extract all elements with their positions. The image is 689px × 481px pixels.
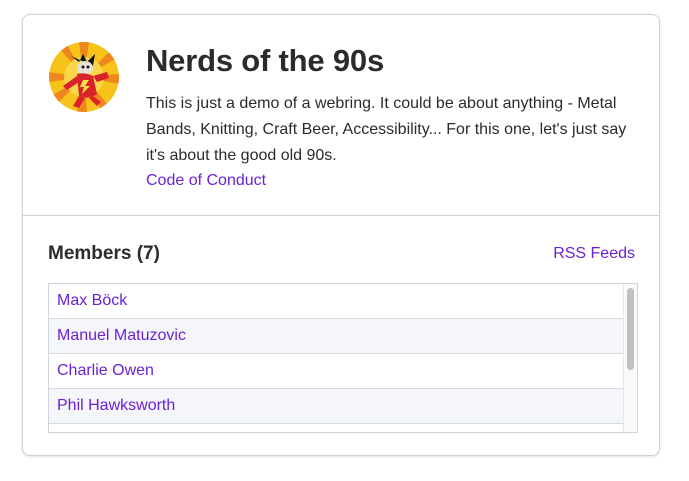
members-heading: Members (7): [48, 243, 160, 264]
members-scrollbar[interactable]: [623, 284, 637, 432]
rss-feeds-link[interactable]: RSS Feeds: [553, 243, 635, 265]
webring-description: This is just a demo of a webring. It cou…: [146, 95, 627, 164]
members-list: Max Böck Manuel Matuzovic Charlie Owen P…: [48, 283, 638, 433]
list-item: Manuel Matuzovic: [49, 319, 623, 354]
scrollbar-thumb[interactable]: [627, 288, 634, 370]
code-of-conduct-link[interactable]: Code of Conduct: [146, 169, 266, 193]
page-title: Nerds of the 90s: [146, 43, 384, 78]
member-link[interactable]: Charlie Owen: [57, 362, 154, 380]
list-item: Charlie Owen: [49, 354, 623, 389]
webring-card: Nerds of the 90s This is just a demo of …: [22, 14, 660, 456]
webring-header: Nerds of the 90s This is just a demo of …: [23, 15, 659, 216]
list-item: [49, 424, 623, 432]
member-link[interactable]: Manuel Matuzovic: [57, 327, 186, 345]
member-link[interactable]: Max Böck: [57, 292, 127, 310]
list-item: Max Böck: [49, 284, 623, 319]
list-item: Phil Hawksworth: [49, 389, 623, 424]
freakazoid-logo-icon: [49, 42, 119, 112]
members-list-items: Max Böck Manuel Matuzovic Charlie Owen P…: [49, 284, 623, 432]
member-link[interactable]: Phil Hawksworth: [57, 397, 175, 415]
